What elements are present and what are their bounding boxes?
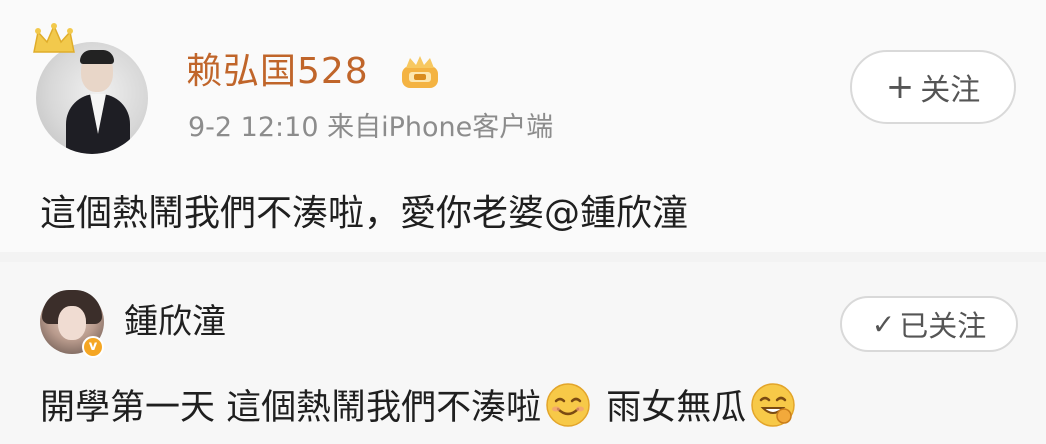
avatar-figure-hair — [80, 50, 114, 64]
reply-text: 開學第一天 這個熱鬧我們不湊啦 雨女無瓜 — [40, 382, 800, 433]
reply-author-name[interactable]: 鍾欣潼 — [124, 300, 226, 344]
plus-icon: + — [885, 67, 915, 107]
grin-emoji-icon — [751, 383, 796, 427]
followed-button[interactable]: ✓ 已关注 — [840, 296, 1018, 352]
check-icon: ✓ — [871, 307, 896, 341]
reply-text-part2: 雨女無瓜 — [606, 388, 747, 428]
author-avatar[interactable] — [36, 42, 148, 154]
followed-button-label: 已关注 — [899, 309, 987, 343]
post-meta: 9-2 12:10 来自iPhone客户端 — [188, 112, 554, 143]
smile-emoji-icon — [546, 383, 590, 427]
reply-text-part1: 開學第一天 這個熱鬧我們不湊啦 — [40, 388, 542, 428]
verified-icon: v — [82, 336, 104, 358]
follow-button[interactable]: + 关注 — [850, 50, 1016, 124]
post-text: 這個熱鬧我們不湊啦，愛你老婆@鍾欣潼 — [40, 193, 689, 234]
author-name[interactable]: 赖弘国528 — [186, 50, 369, 94]
crown-icon — [33, 23, 75, 53]
avatar-face — [58, 306, 86, 340]
follow-button-label: 关注 — [920, 73, 981, 108]
vip-badge-icon — [402, 56, 438, 88]
weibo-post: 赖弘国528 9-2 12:10 来自iPhone客户端 + 关注 這個熱鬧我們… — [0, 0, 1046, 252]
divider — [0, 252, 1046, 262]
